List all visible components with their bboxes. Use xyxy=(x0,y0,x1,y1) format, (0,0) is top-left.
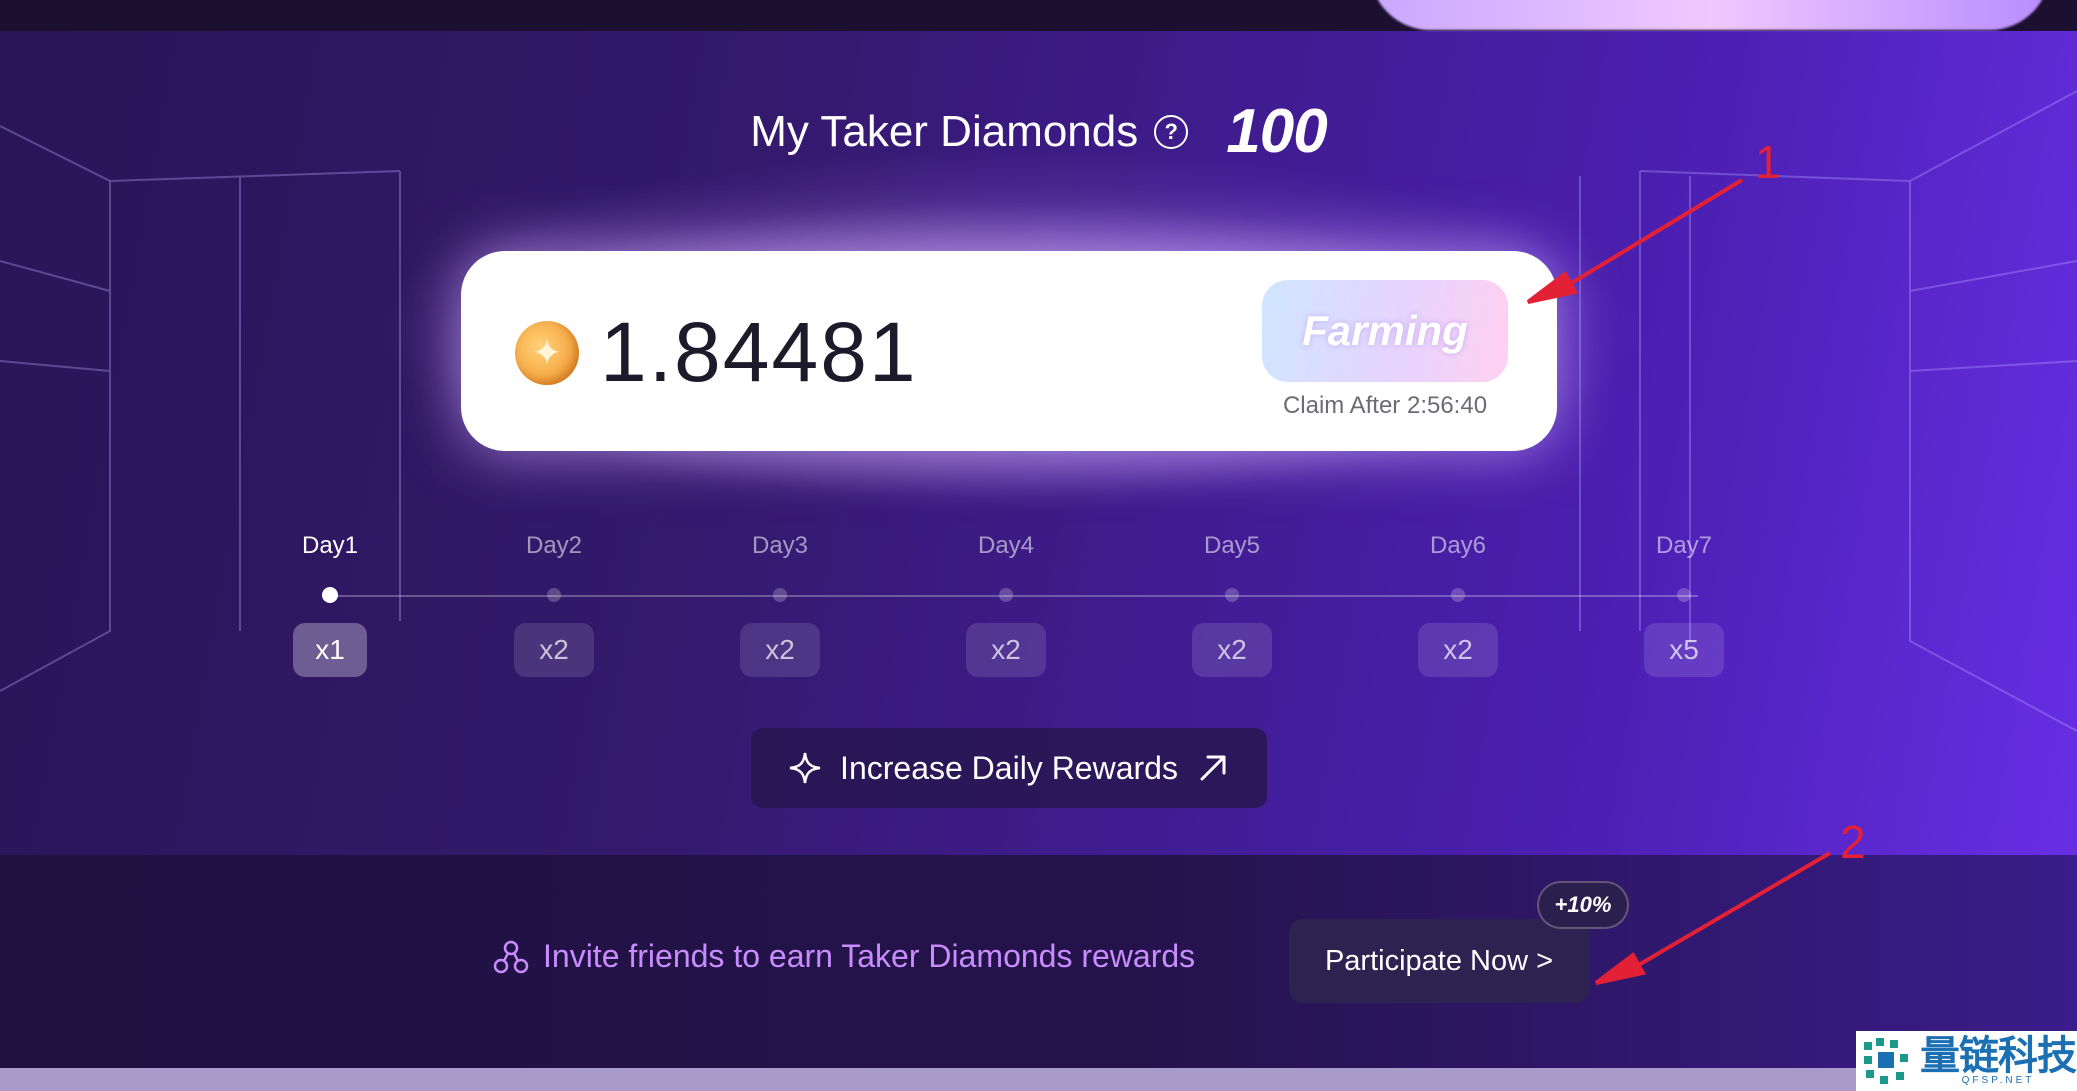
watermark-logo-icon xyxy=(1864,1038,1908,1084)
app-screen: My Taker Diamonds ? 100 ✦ 1.84481 Farmin… xyxy=(0,0,2077,1091)
multiplier-badge: x2 xyxy=(1192,623,1272,677)
annotation-label-1: 1 xyxy=(1755,136,1781,188)
multiplier-badge: x5 xyxy=(1644,623,1724,677)
watermark-cn: 量链科技 xyxy=(1920,1032,2077,1079)
arrow-up-right-icon xyxy=(1200,755,1226,781)
streak-track xyxy=(330,595,1698,597)
streak-dot xyxy=(1677,588,1691,602)
multiplier-badge: x1 xyxy=(293,623,367,677)
streak-dot xyxy=(773,588,787,602)
day-label: Day1 xyxy=(301,532,359,559)
increase-daily-rewards-button[interactable]: Increase Daily Rewards xyxy=(751,728,1267,808)
day-label: Day6 xyxy=(1429,532,1487,559)
streak-dot xyxy=(1451,588,1465,602)
bonus-badge: +10% xyxy=(1537,881,1629,929)
increase-daily-rewards-label: Increase Daily Rewards xyxy=(840,749,1178,786)
watermark-en: QFSP.NET xyxy=(1961,1075,2035,1086)
streak-dot xyxy=(999,588,1013,602)
day-label: Day4 xyxy=(977,532,1035,559)
multiplier-badge: x2 xyxy=(966,623,1046,677)
day-label: Day5 xyxy=(1203,532,1261,559)
annotation-label-2: 2 xyxy=(1840,816,1866,868)
streak-dot-active xyxy=(322,587,338,603)
streak-dot xyxy=(547,588,561,602)
sparkle-icon xyxy=(789,752,821,784)
day-label: Day3 xyxy=(751,532,809,559)
share-nodes-icon xyxy=(493,940,529,973)
participate-now-button[interactable]: Participate Now > xyxy=(1289,919,1589,1003)
invite-row: Invite friends to earn Taker Diamonds re… xyxy=(493,938,1195,975)
daily-streak: Day1 Day2 Day3 Day4 Day5 Day6 Day7 x1 x2… xyxy=(0,0,2077,700)
multiplier-badge: x2 xyxy=(740,623,820,677)
streak-dot xyxy=(1225,588,1239,602)
day-label: Day2 xyxy=(525,532,583,559)
watermark: 量链科技 QFSP.NET xyxy=(1856,1031,2077,1091)
invite-text[interactable]: Invite friends to earn Taker Diamonds re… xyxy=(543,938,1195,975)
footer-strip xyxy=(0,1068,2077,1091)
multiplier-badge: x2 xyxy=(1418,623,1498,677)
multiplier-badge: x2 xyxy=(514,623,594,677)
day-label: Day7 xyxy=(1655,532,1713,559)
